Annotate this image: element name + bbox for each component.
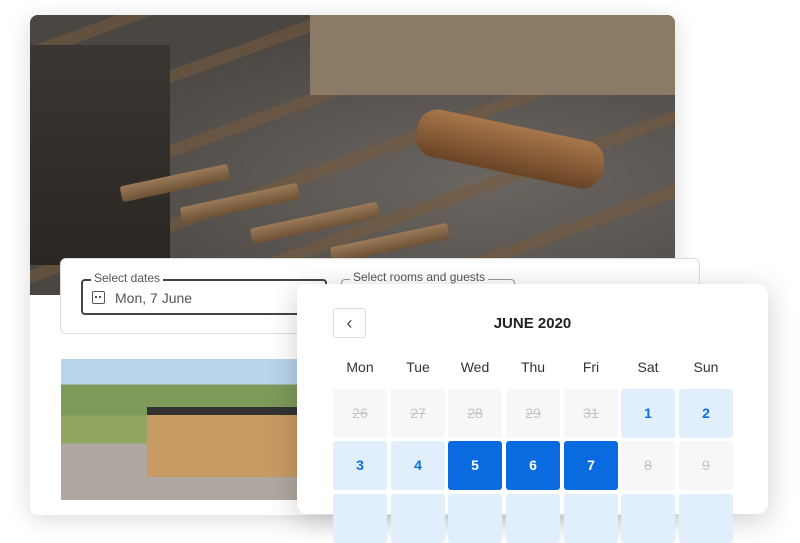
day-cell: 8: [621, 441, 675, 490]
weekday-header: Fri: [582, 359, 600, 375]
grill: [30, 45, 170, 265]
weekday-header: Thu: [520, 359, 546, 375]
day-cell: 26: [333, 389, 387, 438]
date-field-label: Select dates: [91, 271, 164, 285]
day-cell[interactable]: [679, 494, 733, 543]
house: [147, 407, 297, 477]
day-cell[interactable]: [391, 494, 445, 543]
date-field-value: Mon, 7 June: [115, 290, 193, 306]
day-cell[interactable]: 4: [391, 441, 445, 490]
day-cell[interactable]: 7: [564, 441, 618, 490]
rooms-guests-label: Select rooms and guests: [350, 270, 489, 284]
day-cell[interactable]: 5: [448, 441, 502, 490]
weekday-header: Sat: [637, 359, 659, 375]
day-cell[interactable]: [448, 494, 502, 543]
plank: [249, 201, 381, 245]
weekday-header: Mon: [346, 359, 374, 375]
plank: [179, 182, 301, 224]
date-picker: ‹ JUNE 2020 Mon Tue Wed Thu Fri Sat Sun 26 27 28 2…: [297, 284, 768, 543]
deck: [310, 15, 675, 95]
day-cell[interactable]: [621, 494, 675, 543]
weekday-header: Tue: [406, 359, 430, 375]
weekday-header: Wed: [460, 359, 490, 375]
day-cell[interactable]: [564, 494, 618, 543]
day-cell[interactable]: 6: [506, 441, 560, 490]
day-cell: 28: [448, 389, 502, 438]
day-cell[interactable]: [506, 494, 560, 543]
day-cell[interactable]: 1: [621, 389, 675, 438]
log: [412, 105, 608, 193]
day-cell: 29: [506, 389, 560, 438]
day-cell: 27: [391, 389, 445, 438]
day-cell: 9: [679, 441, 733, 490]
date-field[interactable]: Select dates Mon, 7 June: [81, 271, 327, 315]
house-photo: [61, 359, 301, 500]
day-cell[interactable]: 2: [679, 389, 733, 438]
day-cell: 31: [564, 389, 618, 438]
weekday-header: Sun: [693, 359, 719, 375]
month-title: JUNE 2020: [493, 315, 572, 332]
calendar-icon: [92, 291, 105, 304]
garden-photo: [30, 15, 675, 295]
day-cell[interactable]: [333, 494, 387, 543]
day-cell[interactable]: 3: [333, 441, 387, 490]
